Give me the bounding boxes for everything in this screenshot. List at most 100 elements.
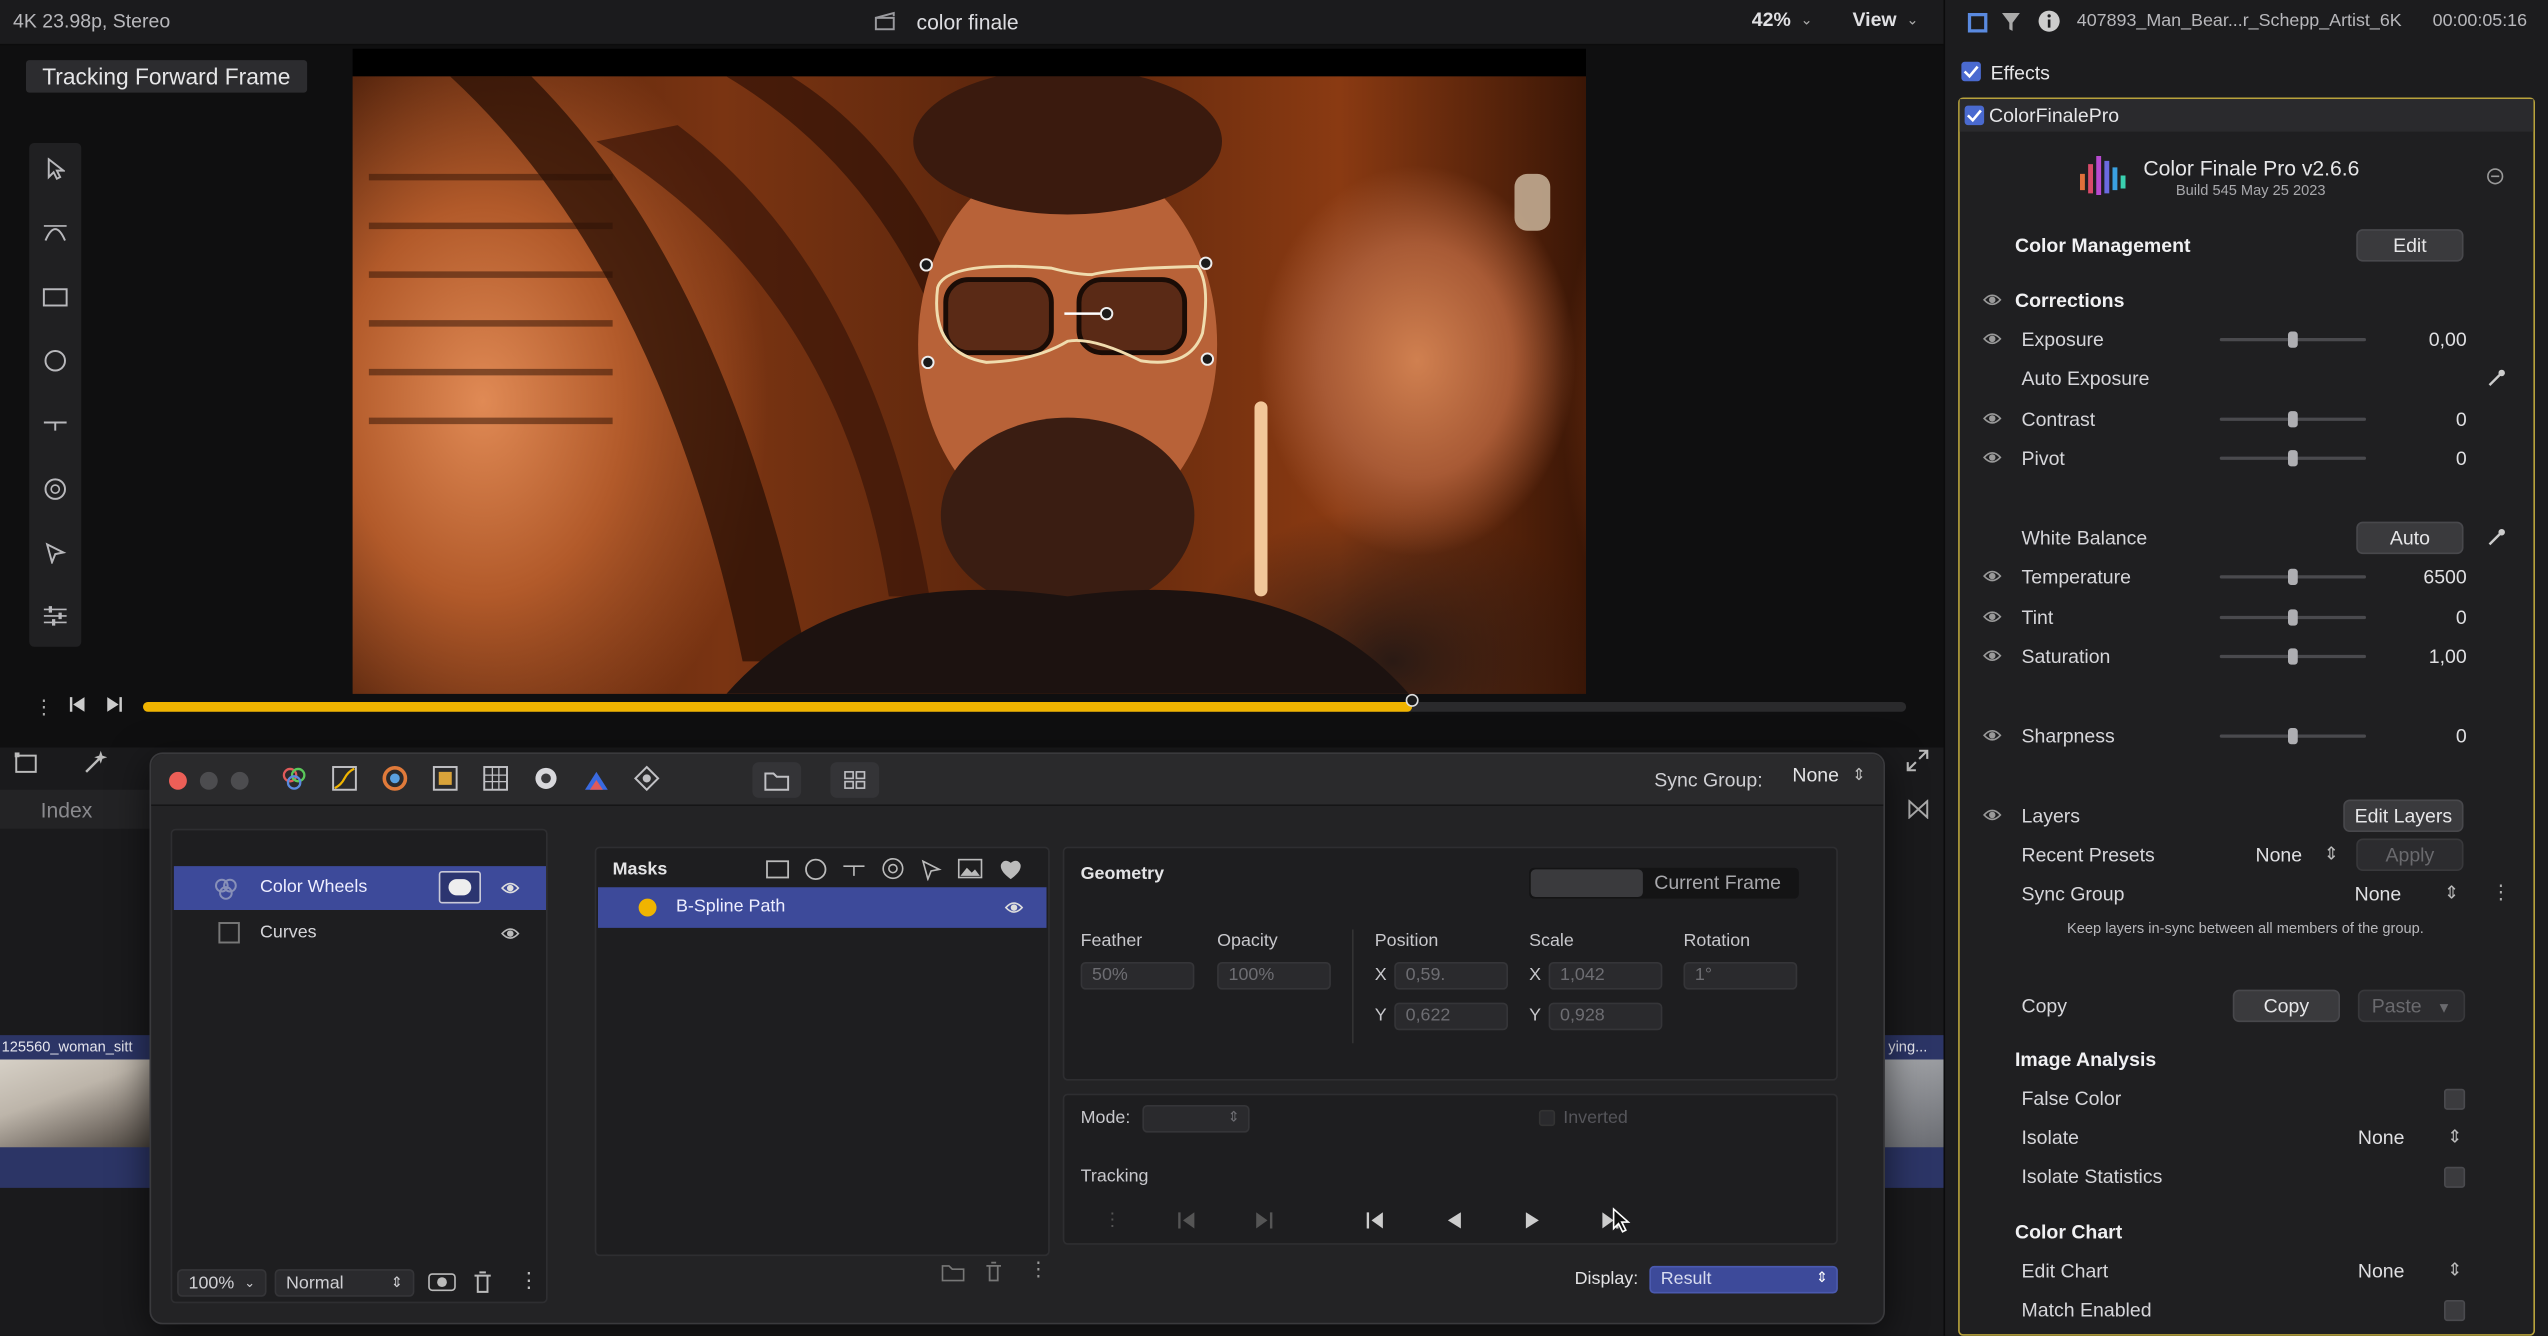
- exposure-slider[interactable]: [2219, 331, 2366, 348]
- eye-icon[interactable]: [1983, 332, 2003, 347]
- slider-knob[interactable]: [2288, 648, 2298, 665]
- false-color-checkbox[interactable]: [2444, 1088, 2466, 1110]
- folder-icon[interactable]: [941, 1263, 965, 1283]
- keyframe-mode-segmented[interactable]: Current Frame: [1529, 867, 1799, 899]
- position-y-field[interactable]: 0,622: [1394, 1002, 1508, 1031]
- eyedropper-icon[interactable]: [2486, 528, 2506, 548]
- sharpness-value[interactable]: 0: [2456, 725, 2467, 748]
- timeline-clip-left[interactable]: 125560_woman_sitt: [0, 1035, 150, 1188]
- eye-icon[interactable]: [1004, 900, 1024, 915]
- skip-back-icon[interactable]: [68, 696, 86, 714]
- up-down-chevron-icon[interactable]: ⇕: [2324, 843, 2339, 865]
- eye-icon[interactable]: [1983, 808, 2003, 823]
- segment-current-frame[interactable]: Current Frame: [1654, 871, 1781, 894]
- more-vertical-icon[interactable]: ⋮: [518, 1268, 539, 1294]
- inverted-checkbox[interactable]: [1538, 1109, 1556, 1127]
- nodes-tool-icon[interactable]: [633, 765, 660, 792]
- temperature-value[interactable]: 6500: [2423, 566, 2466, 589]
- pivot-slider[interactable]: [2219, 450, 2366, 467]
- video-frame[interactable]: [352, 76, 1586, 694]
- position-x-field[interactable]: 0,59.: [1394, 962, 1508, 990]
- view-menu[interactable]: View ⌄: [1853, 8, 1919, 31]
- ai-mask-icon[interactable]: [998, 857, 1024, 880]
- eye-icon[interactable]: [501, 881, 521, 896]
- paste-button[interactable]: Paste ▼: [2357, 989, 2466, 1023]
- slider-knob[interactable]: [2288, 450, 2298, 467]
- grid-lut-tool-icon[interactable]: [483, 765, 509, 791]
- edit-button[interactable]: Edit: [2356, 229, 2464, 262]
- info-icon[interactable]: [2038, 10, 2061, 33]
- gradient-tool-icon[interactable]: [42, 411, 68, 437]
- curves-tool-icon[interactable]: [332, 765, 358, 791]
- rect-mask-icon[interactable]: [765, 859, 790, 879]
- pivot-value[interactable]: 0: [2456, 447, 2467, 470]
- film-tool-icon[interactable]: [533, 765, 559, 791]
- saturation-slider[interactable]: [2219, 648, 2366, 665]
- rotation-field[interactable]: 1°: [1683, 962, 1798, 990]
- minimize-window-button[interactable]: [199, 771, 218, 790]
- trash-icon[interactable]: [473, 1271, 493, 1294]
- eye-icon[interactable]: [1983, 450, 2003, 465]
- saturation-value[interactable]: 1,00: [2429, 645, 2467, 668]
- copy-button[interactable]: Copy: [2232, 989, 2340, 1023]
- gradient-mask-icon[interactable]: [842, 859, 866, 879]
- up-down-chevron-icon[interactable]: ⇕: [2447, 1126, 2462, 1148]
- tint-value[interactable]: 0: [2456, 606, 2467, 629]
- sync-group-select[interactable]: None ⇕: [1792, 764, 1865, 787]
- track-to-end-icon[interactable]: [1256, 1212, 1274, 1229]
- playhead-knob[interactable]: [1405, 693, 1419, 707]
- eyedropper-icon[interactable]: [2486, 369, 2506, 389]
- eye-icon[interactable]: [1983, 609, 2003, 624]
- grid-view-button[interactable]: [830, 762, 880, 798]
- color-wheels-tool-icon[interactable]: [281, 765, 307, 791]
- slider-knob[interactable]: [2288, 609, 2298, 626]
- ellipse-mask-icon[interactable]: [804, 857, 827, 880]
- zoom-window-button[interactable]: [230, 771, 249, 790]
- eye-icon[interactable]: [1983, 728, 2003, 743]
- apply-preset-button[interactable]: Apply: [2356, 838, 2464, 871]
- track-to-start-icon[interactable]: [1178, 1212, 1196, 1229]
- eye-icon[interactable]: [1983, 293, 2003, 308]
- track-backward-frame-icon[interactable]: [1366, 1212, 1385, 1229]
- pointer-tool-icon[interactable]: [42, 156, 68, 182]
- up-down-chevron-icon[interactable]: ⇕: [2447, 1259, 2462, 1281]
- bowtie-icon[interactable]: [1908, 799, 1929, 819]
- mode-select[interactable]: ⇕: [1142, 1105, 1250, 1133]
- slider-knob[interactable]: [2288, 568, 2298, 585]
- slider-knob[interactable]: [2288, 411, 2298, 428]
- edit-layers-button[interactable]: Edit Layers: [2343, 799, 2464, 832]
- expand-icon[interactable]: [1906, 749, 1929, 772]
- layout-icon[interactable]: [14, 752, 41, 775]
- exposure-value[interactable]: 0,00: [2429, 328, 2467, 351]
- match-enabled-checkbox[interactable]: [2444, 1300, 2466, 1322]
- track-forward-icon[interactable]: [1524, 1212, 1540, 1229]
- sharpness-slider[interactable]: [2219, 728, 2366, 745]
- sync-group-value[interactable]: None: [2355, 882, 2402, 905]
- eye-icon[interactable]: [1983, 648, 2003, 663]
- add-mask-icon[interactable]: [427, 1271, 456, 1294]
- hue-curves-tool-icon[interactable]: [382, 765, 408, 791]
- mask-row-selected[interactable]: B-Spline Path: [598, 887, 1047, 928]
- folder-button[interactable]: [752, 762, 802, 798]
- opacity-field[interactable]: 100%: [1217, 962, 1331, 990]
- layer-opacity-field[interactable]: 100% ⌄: [177, 1269, 267, 1297]
- isolate-value[interactable]: None: [2358, 1126, 2405, 1149]
- magic-wand-icon[interactable]: [81, 749, 108, 775]
- adjustments-icon[interactable]: [42, 603, 68, 629]
- effect-enabled-checkbox[interactable]: [1964, 105, 1985, 126]
- up-down-chevron-icon[interactable]: ⇕: [2444, 882, 2459, 904]
- timeline-clip-right[interactable]: ying...: [1885, 1035, 1944, 1188]
- layer-row-selected[interactable]: Color Wheels: [173, 866, 546, 910]
- close-window-button[interactable]: [169, 771, 187, 790]
- recent-presets-value[interactable]: None: [2256, 843, 2303, 866]
- zoom-menu[interactable]: 42% ⌄: [1752, 8, 1813, 31]
- feather-field[interactable]: 50%: [1080, 962, 1195, 990]
- index-tab[interactable]: Index: [0, 789, 150, 829]
- contrast-slider[interactable]: [2219, 411, 2366, 428]
- more-vertical-icon[interactable]: ⋮: [2491, 881, 2511, 904]
- segment-all[interactable]: [1530, 869, 1643, 897]
- blend-mode-select[interactable]: Normal ⇕: [274, 1269, 415, 1297]
- layer-row[interactable]: Curves: [174, 912, 546, 956]
- more-vertical-icon[interactable]: ⋮: [1029, 1258, 1049, 1281]
- collapse-icon[interactable]: [2486, 167, 2504, 185]
